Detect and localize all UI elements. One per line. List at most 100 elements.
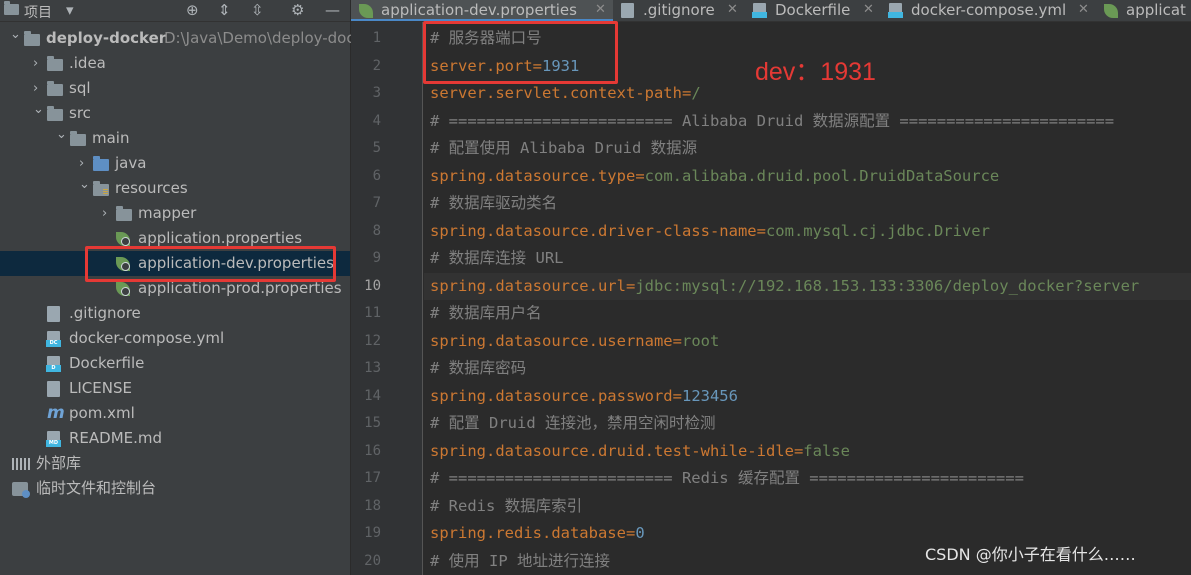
code-line[interactable]: spring.datasource.driver-class-name=com.…	[424, 218, 1191, 246]
tree-item[interactable]: D Dockerfile	[0, 351, 350, 376]
spring-config-icon	[359, 4, 373, 18]
chevron-right-icon[interactable]: ›	[33, 51, 38, 76]
tree-item[interactable]: ⌄ deploy-docker D:\Java\Demo\deploy-dock	[0, 26, 363, 51]
code-line[interactable]: spring.datasource.type=com.alibaba.druid…	[424, 163, 1191, 191]
property-separator: =	[672, 386, 682, 405]
editor-area: application-dev.properties ✕ .gitignore ✕ Do…	[351, 0, 1191, 575]
tree-item[interactable]: .gitignore	[0, 301, 350, 326]
markdown-icon: MD	[46, 431, 61, 447]
project-panel-title[interactable]: 项目	[24, 2, 52, 22]
dockerfile-icon: D	[46, 356, 61, 372]
tree-item-label: pom.xml	[69, 404, 135, 422]
maven-icon: m	[47, 403, 65, 423]
editor-tab[interactable]: docker-compose.yml ✕	[881, 0, 1096, 21]
code-comment: # 数据库驱动类名	[430, 194, 558, 212]
property-key: spring.datasource.driver-class-name	[430, 221, 757, 240]
line-number: 11	[364, 305, 381, 321]
close-tab-icon[interactable]: ✕	[727, 0, 738, 20]
tree-item[interactable]: LICENSE	[0, 376, 350, 401]
collapse-all-icon[interactable]: ⇳	[251, 1, 264, 19]
tree-item-label: main	[92, 129, 130, 147]
code-line[interactable]: # 数据库密码	[424, 355, 1191, 383]
code-line[interactable]: spring.datasource.username=root	[424, 328, 1191, 356]
code-line[interactable]: # 数据库用户名	[424, 300, 1191, 328]
line-number: 6	[372, 167, 381, 184]
highlight-box-selected-file	[85, 246, 336, 282]
folder-icon	[70, 131, 86, 146]
property-key: spring.datasource.password	[430, 386, 673, 405]
tree-item-label: .idea	[69, 54, 106, 72]
tree-item-label: deploy-docker	[46, 29, 167, 47]
tree-item[interactable]: MD README.md	[0, 426, 350, 451]
watermark-text: CSDN @你小子在看什么……	[925, 545, 1136, 564]
chevron-down-icon[interactable]: ⌄	[79, 172, 90, 197]
folder-icon	[24, 31, 40, 46]
code-line[interactable]: spring.datasource.password=123456	[424, 383, 1191, 411]
tree-item[interactable]: ⌄ main	[0, 126, 350, 151]
spring-config-icon	[1104, 4, 1118, 18]
tree-item[interactable]: m pom.xml	[0, 401, 350, 426]
editor-tab[interactable]: .gitignore ✕	[613, 0, 745, 21]
close-tab-icon[interactable]: ✕	[863, 0, 874, 20]
tree-item-label: README.md	[69, 429, 163, 447]
code-comment: # 数据库连接 URL	[430, 249, 564, 267]
code-comment: # 配置 Druid 连接池，禁用空闲时检测	[430, 414, 716, 432]
annotation-text: dev：1931	[755, 58, 876, 86]
tree-item-label: resources	[115, 179, 188, 197]
chevron-down-icon[interactable]: ⌄	[33, 97, 44, 122]
code-line[interactable]: spring.datasource.druid.test-while-idle=…	[424, 438, 1191, 466]
code-line[interactable]: # 配置使用 Alibaba Druid 数据源	[424, 135, 1191, 163]
editor-scrollbar[interactable]	[1181, 22, 1191, 575]
line-number: 7	[372, 195, 381, 211]
code-line[interactable]: # 数据库连接 URL	[424, 245, 1191, 273]
project-tool-window: 项目 ▾ ⊕ ⇕ ⇳ ⚙ — ⌄ deploy-docker D:\Java\Dem…	[0, 0, 363, 575]
expand-all-icon[interactable]: ⇕	[218, 1, 231, 19]
line-number: 9	[372, 250, 381, 266]
library-icon	[12, 458, 30, 470]
tree-item[interactable]: › sql	[0, 76, 350, 101]
line-number: 1	[372, 30, 381, 46]
chevron-right-icon[interactable]: ›	[102, 201, 107, 226]
property-key: spring.datasource.type	[430, 166, 636, 185]
chevron-down-icon[interactable]: ⌄	[56, 122, 67, 147]
line-number: 3	[372, 85, 381, 101]
code-line[interactable]: # 配置 Druid 连接池，禁用空闲时检测	[424, 410, 1191, 438]
tree-item[interactable]: ⌄ src	[0, 101, 350, 126]
editor-tab[interactable]: application-dev.properties ✕	[351, 0, 613, 21]
code-comment: # ======================== Redis 缓存配置 ==…	[430, 469, 1024, 487]
property-key: spring.datasource.url	[430, 276, 626, 295]
editor-tab[interactable]: Dockerfile ✕	[745, 0, 881, 21]
chevron-down-icon[interactable]: ⌄	[10, 22, 21, 47]
editor-tab[interactable]: applicat	[1096, 0, 1191, 21]
tree-item[interactable]: 外部库	[0, 451, 350, 476]
code-line[interactable]: spring.datasource.url=jdbc:mysql://192.1…	[424, 272, 1191, 300]
tree-item[interactable]: › java	[0, 151, 350, 176]
tree-item[interactable]: › mapper	[0, 201, 350, 226]
property-separator: =	[672, 331, 682, 350]
line-number: 4	[372, 112, 381, 129]
code-area[interactable]: # 服务器端口号 server.port=1931 server.servlet.c…	[424, 22, 1191, 575]
property-separator: =	[635, 166, 645, 185]
tree-item[interactable]: › .idea	[0, 51, 350, 76]
tree-item[interactable]: DC docker-compose.yml	[0, 326, 350, 351]
locate-icon[interactable]: ⊕	[186, 1, 199, 19]
code-line[interactable]: # Redis 数据库索引	[424, 493, 1191, 521]
code-line[interactable]: # ======================== Alibaba Druid…	[424, 108, 1191, 136]
chevron-down-icon[interactable]: ▾	[66, 1, 74, 19]
hide-panel-icon[interactable]: —	[325, 1, 340, 19]
code-line[interactable]: # ======================== Redis 缓存配置 ==…	[424, 465, 1191, 493]
property-key: server.servlet.context-path	[430, 84, 682, 102]
line-number-gutter: 1 2 3 4 5 6 7 8 9 10 11 12 13 14 15 16 17 18 19 20	[351, 22, 423, 575]
close-tab-icon[interactable]: ✕	[1078, 0, 1089, 20]
code-line[interactable]: # 数据库驱动类名	[424, 190, 1191, 218]
property-key: spring.redis.database	[430, 524, 626, 542]
tree-item[interactable]: 临时文件和控制台	[0, 476, 350, 501]
editor-tab-label: .gitignore	[643, 1, 715, 19]
tree-item-label: LICENSE	[69, 379, 132, 397]
project-folder-icon	[4, 1, 19, 15]
gear-icon[interactable]: ⚙	[291, 1, 304, 19]
tree-item[interactable]: ⌄ resources	[0, 176, 350, 201]
scratch-icon	[12, 482, 30, 498]
docker-compose-icon	[888, 3, 903, 18]
close-tab-icon[interactable]: ✕	[595, 0, 606, 20]
